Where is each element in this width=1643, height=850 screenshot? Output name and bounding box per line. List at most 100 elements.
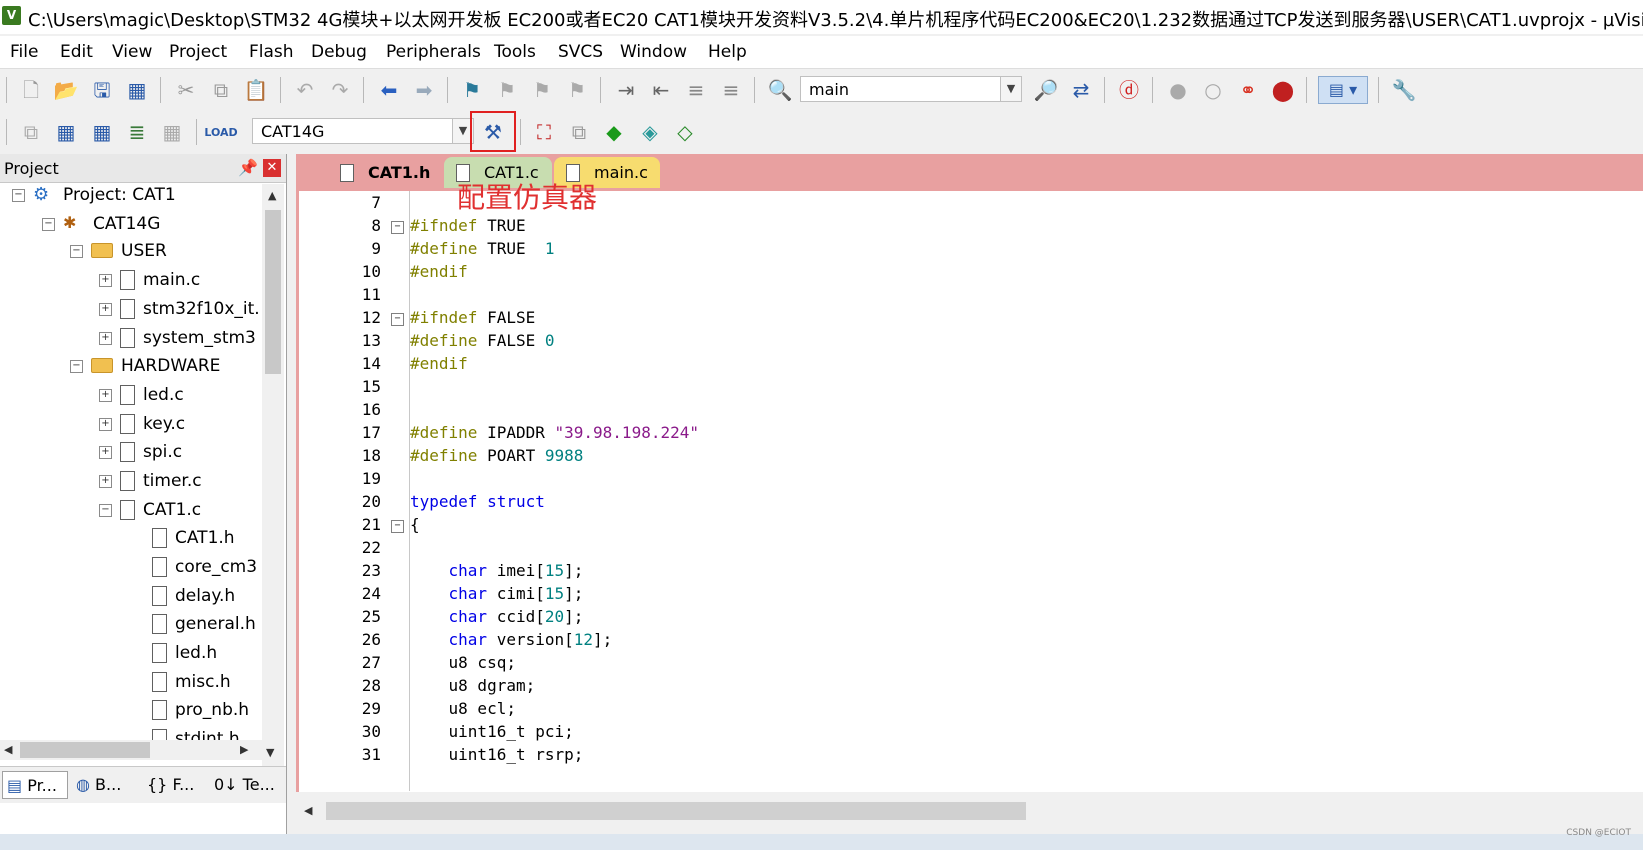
tree-node[interactable]: + system_stm3 bbox=[99, 328, 256, 356]
tree-node[interactable]: CAT1.h bbox=[152, 528, 235, 556]
load-flash-icon[interactable]: LOAD bbox=[204, 118, 237, 146]
expand-icon[interactable]: + bbox=[99, 273, 112, 287]
menu-peripherals[interactable]: Peripherals bbox=[386, 42, 481, 62]
collapse-icon[interactable]: − bbox=[70, 244, 83, 258]
expand-icon[interactable]: + bbox=[99, 388, 112, 402]
code-line[interactable]: 27 u8 csq; bbox=[299, 653, 1639, 676]
software-packs-icon[interactable]: ◇ bbox=[671, 118, 699, 146]
find-icon[interactable]: 🔎 bbox=[1032, 76, 1060, 104]
code-line[interactable]: 23 char imei[15]; bbox=[299, 561, 1639, 584]
tab-templates[interactable]: 0↓ Te... bbox=[210, 771, 286, 799]
tab-project[interactable]: ▤ Pr... bbox=[2, 771, 68, 799]
cut-icon[interactable]: ✂ bbox=[172, 76, 200, 104]
expand-icon[interactable]: + bbox=[99, 474, 112, 488]
tab-books[interactable]: ◍ B... bbox=[72, 771, 138, 799]
scroll-right-icon[interactable]: ▶ bbox=[240, 743, 248, 756]
tree-vertical-scrollbar[interactable]: ▲ bbox=[262, 184, 284, 778]
code-line[interactable]: 18 #define POART 9988 bbox=[299, 446, 1639, 469]
tree-node[interactable]: misc.h bbox=[152, 672, 231, 700]
expand-icon[interactable]: + bbox=[99, 331, 112, 345]
expand-icon[interactable]: + bbox=[99, 302, 112, 316]
tree-node[interactable]: + key.c bbox=[99, 414, 185, 442]
kill-all-breakpoints-icon[interactable]: ⬤ bbox=[1269, 76, 1297, 104]
incremental-find-icon[interactable]: ⇄ bbox=[1067, 76, 1095, 104]
code-line[interactable]: 16 bbox=[299, 400, 1639, 423]
tree-node[interactable]: − HARDWARE bbox=[70, 356, 220, 384]
code-line[interactable]: 21−{ bbox=[299, 515, 1639, 538]
code-line[interactable]: 31 uint16_t rsrp; bbox=[299, 745, 1639, 768]
code-line[interactable]: 28 u8 dgram; bbox=[299, 676, 1639, 699]
code-line[interactable]: 15 bbox=[299, 377, 1639, 400]
code-line[interactable]: 14 #endif bbox=[299, 354, 1639, 377]
stop-build-icon[interactable]: ▦ bbox=[158, 118, 186, 146]
code-line[interactable]: 19 bbox=[299, 469, 1639, 492]
scroll-thumb[interactable] bbox=[20, 742, 150, 758]
build-icon[interactable]: ▦ bbox=[52, 118, 80, 146]
tree-node[interactable]: − USER bbox=[70, 241, 167, 269]
copy-icon[interactable]: ⧉ bbox=[207, 76, 235, 104]
collapse-icon[interactable]: − bbox=[42, 217, 55, 231]
menu-project[interactable]: Project bbox=[169, 42, 227, 62]
code-line[interactable]: 9 #define TRUE 1 bbox=[299, 239, 1639, 262]
scroll-down-icon[interactable]: ▼ bbox=[266, 746, 274, 759]
close-icon[interactable]: ✕ bbox=[263, 159, 281, 177]
code-line[interactable]: 25 char ccid[20]; bbox=[299, 607, 1639, 630]
prev-bookmark-icon[interactable]: ⚑ bbox=[493, 76, 521, 104]
fold-toggle-icon[interactable]: − bbox=[391, 221, 404, 234]
menu-help[interactable]: Help bbox=[708, 42, 747, 62]
code-line[interactable]: 17 #define IPADDR "39.98.198.224" bbox=[299, 423, 1639, 446]
find-in-files-icon[interactable]: 🔍 bbox=[766, 76, 794, 104]
menu-tools[interactable]: Tools bbox=[494, 42, 536, 62]
menu-window[interactable]: Window bbox=[620, 42, 687, 62]
save-icon[interactable]: 🖫 bbox=[88, 76, 116, 104]
manage-runtime-environment-icon[interactable]: ◆ bbox=[600, 118, 628, 146]
save-all-icon[interactable]: ▦ bbox=[123, 76, 151, 104]
unindent-icon[interactable]: ⇤ bbox=[647, 76, 675, 104]
tab-functions[interactable]: {} F... bbox=[143, 771, 209, 799]
scroll-left-icon[interactable]: ◀ bbox=[304, 804, 312, 817]
code-line[interactable]: 26 char version[12]; bbox=[299, 630, 1639, 653]
select-packs-icon[interactable]: ⧉ bbox=[565, 118, 593, 146]
navigate-back-icon[interactable]: ⬅ bbox=[375, 76, 403, 104]
tree-node[interactable]: − ⚙ Project: CAT1 bbox=[12, 184, 176, 212]
pack-installer-icon[interactable]: ◈ bbox=[636, 118, 664, 146]
code-line[interactable]: 29 u8 ecl; bbox=[299, 699, 1639, 722]
tree-node[interactable]: core_cm3 bbox=[152, 557, 257, 585]
code-line[interactable]: 22 bbox=[299, 538, 1639, 561]
code-editor[interactable]: 7 8− #ifndef TRUE 9 #define TRUE 1 10 #endif 11… bbox=[296, 188, 1643, 792]
menu-edit[interactable]: Edit bbox=[60, 42, 93, 62]
fold-toggle-icon[interactable]: − bbox=[391, 520, 404, 533]
fold-toggle-icon[interactable]: − bbox=[391, 313, 404, 326]
new-file-icon[interactable]: 🗋 bbox=[17, 76, 45, 104]
batch-build-icon[interactable]: ≣ bbox=[123, 118, 151, 146]
tree-node[interactable]: + led.c bbox=[99, 385, 184, 413]
bookmark-icon[interactable]: ⚑ bbox=[458, 76, 486, 104]
comment-icon[interactable]: ≡ bbox=[682, 76, 710, 104]
tree-node[interactable]: + spi.c bbox=[99, 442, 182, 470]
scroll-up-icon[interactable]: ▲ bbox=[268, 189, 276, 202]
open-folder-icon[interactable]: 📂 bbox=[52, 76, 80, 104]
redo-icon[interactable]: ↷ bbox=[326, 76, 354, 104]
code-line[interactable]: 10 #endif bbox=[299, 262, 1639, 285]
scroll-thumb[interactable] bbox=[326, 802, 1026, 820]
menu-view[interactable]: View bbox=[112, 42, 152, 62]
code-line[interactable]: 11 bbox=[299, 285, 1639, 308]
chevron-down-icon[interactable]: ▼ bbox=[1000, 77, 1021, 101]
menu-debug[interactable]: Debug bbox=[311, 42, 367, 62]
code-line[interactable]: 13 #define FALSE 0 bbox=[299, 331, 1639, 354]
paste-icon[interactable]: 📋 bbox=[242, 76, 270, 104]
collapse-icon[interactable]: − bbox=[70, 359, 83, 373]
menu-flash[interactable]: Flash bbox=[249, 42, 294, 62]
uncomment-icon[interactable]: ≡ bbox=[717, 76, 745, 104]
disable-all-breakpoints-icon[interactable]: ⚭ bbox=[1234, 76, 1262, 104]
navigate-forward-icon[interactable]: ➡ bbox=[410, 76, 438, 104]
tree-node[interactable]: + timer.c bbox=[99, 471, 202, 499]
tree-node[interactable]: + main.c bbox=[99, 270, 200, 298]
code-line[interactable]: 8− #ifndef TRUE bbox=[299, 216, 1639, 239]
pin-icon[interactable]: 📌 bbox=[238, 158, 258, 177]
window-layout-icon[interactable]: ▤ ▾ bbox=[1318, 76, 1368, 104]
tree-node[interactable]: + stm32f10x_it. bbox=[99, 299, 260, 327]
configure-wrench-icon[interactable]: 🔧 bbox=[1390, 76, 1418, 104]
tab-cat1-h[interactable]: CAT1.h bbox=[328, 157, 440, 188]
find-combo[interactable]: main ▼ bbox=[800, 76, 1022, 102]
